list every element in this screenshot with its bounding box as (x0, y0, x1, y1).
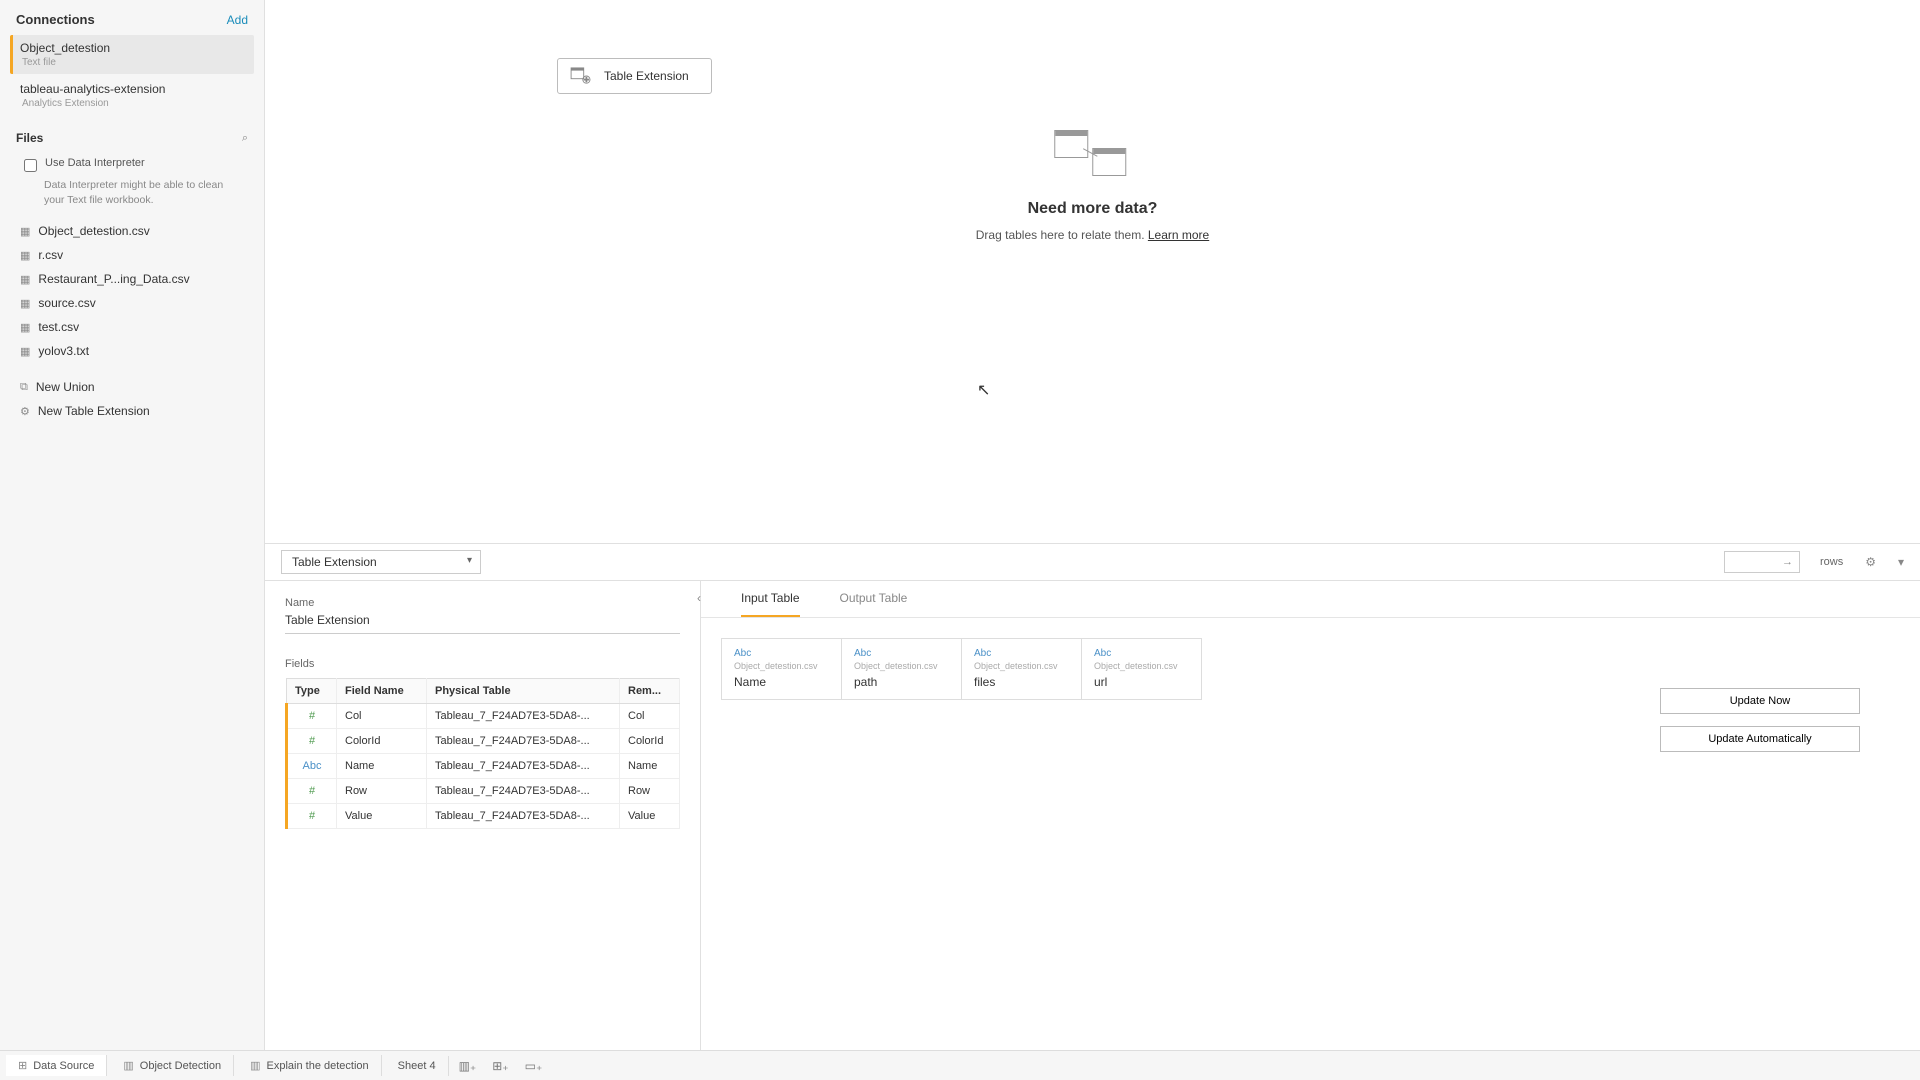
rows-input[interactable]: → (1724, 551, 1800, 573)
col-physical-table[interactable]: Physical Table (427, 679, 620, 704)
files-heading: Files (16, 131, 43, 145)
table-icon: ▦ (20, 321, 30, 334)
data-interpreter-label: Use Data Interpreter (45, 157, 145, 169)
canvas-area: Table Extension Need more data? Drag tab… (265, 0, 1920, 1050)
fields-table: Type Field Name Physical Table Rem... #C… (285, 678, 680, 829)
col-remote[interactable]: Rem... (620, 679, 680, 704)
empty-state: Need more data? Drag tables here to rela… (976, 130, 1209, 242)
table-extension-pill[interactable]: Table Extension (557, 58, 712, 94)
update-now-button[interactable]: Update Now (1660, 688, 1860, 714)
connection-item-object-detestion[interactable]: Object_detestion Text file (10, 35, 254, 74)
file-item[interactable]: ▦Restaurant_P...ing_Data.csv (10, 267, 254, 291)
new-table-extension-button[interactable]: ⚙New Table Extension (10, 399, 254, 423)
io-tabs: Input Table Output Table (701, 581, 1920, 618)
empty-subtitle: Drag tables here to relate them. Learn m… (976, 228, 1209, 242)
field-row[interactable]: #ValueTableau_7_F24AD7E3-5DA8-...Value (287, 804, 680, 829)
tab-output-table[interactable]: Output Table (840, 591, 908, 617)
name-value[interactable]: Table Extension (285, 613, 680, 634)
file-item[interactable]: ▦source.csv (10, 291, 254, 315)
file-item[interactable]: ▦Object_detestion.csv (10, 219, 254, 243)
cursor-icon: ↖ (977, 380, 990, 400)
file-item[interactable]: ▦test.csv (10, 315, 254, 339)
table-icon: ▦ (20, 225, 30, 238)
input-col[interactable]: AbcObject_detestion.csvName (722, 639, 842, 700)
chevron-down-icon[interactable]: ▾ (1898, 555, 1904, 569)
table-icon: ▦ (20, 249, 30, 262)
table-extension-icon (570, 67, 592, 85)
input-schema-table: AbcObject_detestion.csvName AbcObject_de… (721, 638, 1202, 700)
input-col[interactable]: AbcObject_detestion.csvpath (842, 639, 962, 700)
update-automatically-button[interactable]: Update Automatically (1660, 726, 1860, 752)
col-type[interactable]: Type (287, 679, 337, 704)
fields-label: Fields (285, 658, 680, 670)
sheet-icon: ▥ (250, 1059, 260, 1072)
connections-list: Object_detestion Text file tableau-analy… (0, 35, 264, 117)
arrow-right-icon: → (1782, 556, 1793, 568)
file-item[interactable]: ▦yolov3.txt (10, 339, 254, 363)
table-icon: ▦ (20, 273, 30, 286)
new-union-button[interactable]: ⧉New Union (10, 375, 254, 399)
detail-toolbar: Table Extension → rows ⚙ ▾ (265, 543, 1920, 580)
extension-icon: ⚙ (20, 405, 30, 418)
table-icon: ▦ (20, 297, 30, 310)
worksheet-tab[interactable]: ▥Explain the detection (238, 1055, 382, 1076)
rows-label: rows (1820, 556, 1843, 568)
field-row[interactable]: AbcNameTableau_7_F24AD7E3-5DA8-...Name (287, 754, 680, 779)
field-row[interactable]: #ColorIdTableau_7_F24AD7E3-5DA8-...Color… (287, 729, 680, 754)
connections-heading: Connections (16, 12, 95, 27)
detail-right-panel: ‹ Input Table Output Table AbcObject_det… (700, 581, 1920, 1050)
search-icon[interactable]: ⌕ (242, 132, 248, 145)
sheet-icon: ▥ (123, 1059, 133, 1072)
tab-input-table[interactable]: Input Table (741, 591, 800, 617)
learn-more-link[interactable]: Learn more (1148, 228, 1209, 242)
new-dashboard-icon[interactable]: ⊞₊ (486, 1055, 514, 1077)
worksheet-tab[interactable]: ▥Object Detection (111, 1055, 234, 1076)
input-col[interactable]: AbcObject_detestion.csvfiles (962, 639, 1082, 700)
logical-table-dropdown[interactable]: Table Extension (281, 550, 481, 574)
relation-canvas[interactable]: Table Extension Need more data? Drag tab… (265, 0, 1920, 543)
name-label: Name (285, 597, 680, 609)
relate-tables-icon (1055, 130, 1131, 180)
collapse-left-icon[interactable]: ‹ (689, 591, 709, 605)
table-icon: ▦ (20, 345, 30, 358)
status-bar: ⊞Data Source ▥Object Detection ▥Explain … (0, 1050, 1920, 1080)
data-interpreter-checkbox[interactable] (24, 159, 37, 172)
col-field-name[interactable]: Field Name (337, 679, 427, 704)
union-icon: ⧉ (20, 381, 28, 394)
input-col[interactable]: AbcObject_detestion.csvurl (1082, 639, 1202, 700)
new-story-icon[interactable]: ▭₊ (519, 1055, 549, 1077)
data-interpreter-hint: Data Interpreter might be able to clean … (0, 178, 264, 207)
file-item[interactable]: ▦r.csv (10, 243, 254, 267)
new-worksheet-icon[interactable]: ▥₊ (453, 1055, 483, 1077)
file-list: ▦Object_detestion.csv ▦r.csv ▦Restaurant… (0, 215, 264, 367)
datasource-icon: ⊞ (18, 1059, 27, 1072)
tab-data-source[interactable]: ⊞Data Source (6, 1055, 107, 1076)
sidebar: Connections Add Object_detestion Text fi… (0, 0, 265, 1050)
field-row[interactable]: #RowTableau_7_F24AD7E3-5DA8-...Row (287, 779, 680, 804)
add-connection-button[interactable]: Add (227, 13, 248, 27)
connection-item-analytics-extension[interactable]: tableau-analytics-extension Analytics Ex… (10, 76, 254, 115)
empty-title: Need more data? (976, 200, 1209, 218)
gear-icon[interactable]: ⚙ (1865, 555, 1876, 569)
field-row[interactable]: #ColTableau_7_F24AD7E3-5DA8-...Col (287, 704, 680, 729)
worksheet-tab[interactable]: Sheet 4 (386, 1056, 449, 1076)
detail-left-panel: Name Table Extension Fields Type Field N… (265, 581, 700, 1050)
